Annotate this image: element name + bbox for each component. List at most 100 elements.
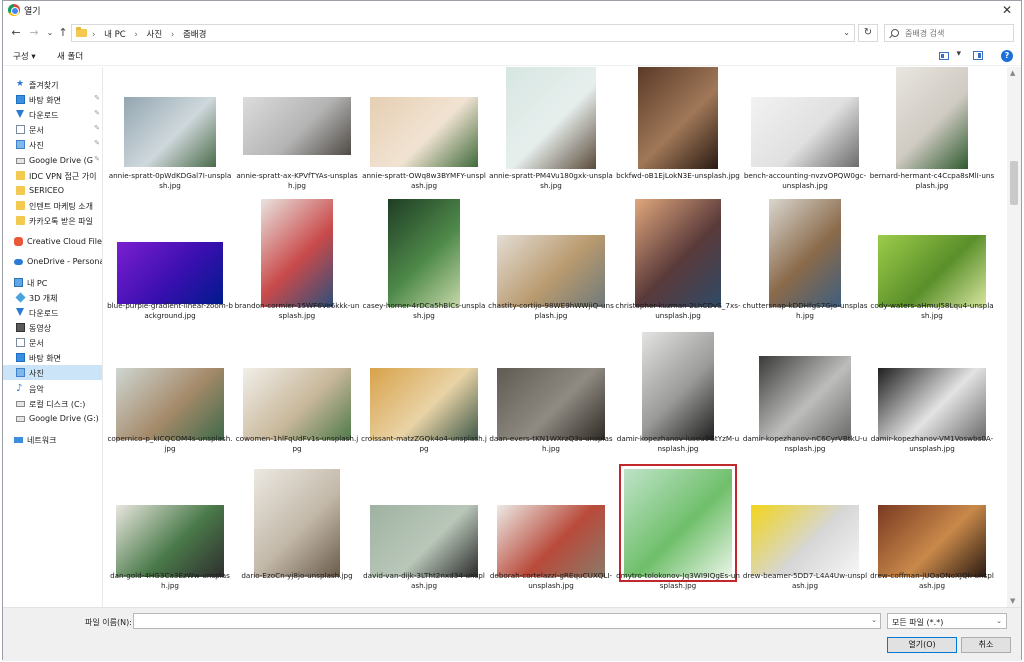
view-options-icon[interactable] (939, 52, 949, 60)
file-item[interactable]: david-van-dijk-3LTht2nxd34-unsplash.jpg (361, 467, 487, 601)
file-item[interactable]: annie-spratt-PM4Vu180gxk-unsplash.jpg (488, 67, 614, 201)
filename-combobox[interactable]: ⌄ (133, 613, 881, 629)
file-item[interactable]: blue-purple-gradient-linear-zoom-backgro… (107, 197, 233, 331)
file-item[interactable]: drew-coffman-jUOaONoXJQk-unsplash.jpg (869, 467, 995, 601)
chevron-down-icon[interactable]: ⌄ (843, 28, 850, 37)
scroll-up-button[interactable]: ▲ (1010, 69, 1015, 77)
open-button[interactable]: 열기(O) (887, 637, 957, 653)
sidebar-item[interactable]: 로컬 디스크 (C:) (3, 396, 102, 411)
file-thumbnail (497, 368, 605, 440)
sidebar-item[interactable]: Google Drive (G ✎ (3, 153, 102, 168)
refresh-button[interactable]: ↻ (858, 24, 878, 42)
sidebar-item-label: 네트워크 (27, 436, 57, 445)
crumb-pictures[interactable]: 사진 (147, 30, 163, 40)
sidebar-item[interactable]: 문서 (3, 335, 102, 350)
search-input[interactable] (905, 26, 1010, 40)
filename-input[interactable] (134, 614, 880, 628)
file-item[interactable]: daan-evers-tKN1WXrzQ3s-unsplash.jpg (488, 330, 614, 464)
new-folder-button[interactable]: 새 폴더 (57, 50, 83, 62)
file-item[interactable]: damir-kopezhanov-luseu9GtYzM-unsplash.jp… (615, 330, 741, 464)
sidebar-item[interactable]: 인텐트 마케팅 소개 (3, 198, 102, 213)
file-name: croissant-matzZGQk4o4-unsplash.jpg (361, 434, 487, 453)
crumb-separator: › (134, 30, 138, 40)
file-item[interactable]: christopher-kuzman-2LhCDvS_7xs-unsplash.… (615, 197, 741, 331)
file-item[interactable]: croissant-matzZGQk4o4-unsplash.jpg (361, 330, 487, 464)
preview-pane-icon[interactable] (973, 51, 983, 60)
crumb-my-pc[interactable]: 내 PC (104, 30, 126, 40)
sidebar-item[interactable]: 카카오톡 받은 파일 (3, 213, 102, 228)
file-item[interactable]: chuttersnap-kDDHfgS7Gjo-unsplash.jpg (742, 197, 868, 331)
file-name: dan-gold-4HG3Ca3EzWw-unsplash.jpg (110, 571, 230, 590)
sidebar-item-label: 바탕 화면 (29, 96, 61, 105)
sidebar-item-label: IDC VPN 접근 가이 (29, 172, 97, 181)
sidebar-item[interactable]: 다운로드 (3, 305, 102, 320)
file-item[interactable]: casey-horner-4rDCa5hBlCs-unsplash.jpg (361, 197, 487, 331)
sidebar-item[interactable]: 바탕 화면 ✎ (3, 92, 102, 107)
file-item[interactable]: deborah-cortelazzi-gREquCUXQLI-unsplash.… (488, 467, 614, 601)
view-options-dropdown[interactable]: ▾ (956, 49, 961, 59)
organize-button[interactable]: 구성 ▾ (13, 50, 36, 62)
file-type-select[interactable]: 모든 파일 (*.*) ⌄ (887, 613, 1007, 629)
sidebar-item[interactable]: Creative Cloud Files (3, 234, 102, 249)
file-item[interactable]: brandon-cormier-15WF6Ve6kkk-unsplash.jpg (234, 197, 360, 331)
sidebar-item[interactable]: 다운로드 ✎ (3, 107, 102, 122)
file-thumbnail (878, 368, 986, 440)
file-thumbnail (759, 356, 851, 440)
close-button[interactable]: ✕ (999, 2, 1015, 18)
file-item[interactable]: annie-spratt-ax-KPVfTYAs-unsplash.jpg (234, 67, 360, 201)
sidebar-item[interactable]: 동영상 (3, 320, 102, 335)
sidebar-item-label: 사진 (29, 141, 44, 150)
sidebar-item[interactable]: 사진 (3, 365, 102, 380)
file-name: bench-accounting-nvzvOPQW0gc-unsplash.jp… (743, 171, 867, 190)
sidebar-item[interactable]: Google Drive (G:) (3, 411, 102, 426)
forward-button[interactable]: → (27, 26, 41, 40)
file-item[interactable]: chastity-cortijo-98WE9hWWjiQ-unsplash.jp… (488, 197, 614, 331)
file-item[interactable]: bckfwd-oB1EjLokN3E-unsplash.jpg (615, 67, 741, 201)
search-box[interactable] (884, 24, 1014, 42)
file-item[interactable]: bernard-hermant-c4Ccpa8sMlI-unsplash.jpg (869, 67, 995, 201)
file-item[interactable]: bench-accounting-nvzvOPQW0gc-unsplash.jp… (742, 67, 868, 201)
recent-locations-dropdown[interactable]: ⌄ (43, 26, 57, 40)
crumb-zoom-backgrounds[interactable]: 줌배경 (183, 30, 206, 40)
sidebar-item[interactable]: ♪ 음악 (3, 381, 102, 396)
sidebar-item[interactable]: 사진 ✎ (3, 137, 102, 152)
title-bar: 열기 ✕ (3, 1, 1021, 19)
pictures-icon (16, 368, 25, 377)
cancel-button[interactable]: 취소 (961, 637, 1011, 653)
help-icon[interactable]: ? (1001, 50, 1013, 62)
sidebar-item[interactable]: 네트워크 (3, 432, 102, 447)
sidebar-item[interactable]: 내 PC (3, 275, 102, 290)
file-item[interactable]: damir-kopezhanov-nC6CyrVBtkU-unsplash.jp… (742, 330, 868, 464)
sidebar-item-label: 문서 (29, 339, 44, 348)
file-name: copernico-p_kICQCOM4s-unsplash.jpg (107, 434, 233, 453)
file-item[interactable]: annie-spratt-OWq8w3BYMFY-unsplash.jpg (361, 67, 487, 201)
sidebar-item[interactable]: 문서 ✎ (3, 122, 102, 137)
file-item[interactable]: cody-waters-aHmuJ58Lqu4-unsplash.jpg (869, 197, 995, 331)
file-item[interactable]: damir-kopezhanov-VM1Voswbs0A-unsplash.jp… (869, 330, 995, 464)
sidebar-item[interactable]: SERICEO (3, 183, 102, 198)
file-item[interactable]: copernico-p_kICQCOM4s-unsplash.jpg (107, 330, 233, 464)
file-name: casey-horner-4rDCa5hBlCs-unsplash.jpg (362, 301, 486, 320)
file-item[interactable]: dan-gold-4HG3Ca3EzWw-unsplash.jpg (107, 467, 233, 601)
document-icon (16, 338, 25, 347)
sidebar-item[interactable]: ★ 즐겨찾기 (3, 77, 102, 92)
up-button[interactable]: ↑ (56, 26, 70, 40)
address-bar[interactable]: › 내 PC › 사진 › 줌배경 ⌄ (71, 24, 855, 42)
sidebar-item[interactable]: 3D 개체 (3, 290, 102, 305)
file-name: annie-spratt-ax-KPVfTYAs-unsplash.jpg (236, 171, 358, 190)
vertical-scrollbar[interactable]: ▲ ▼ (1007, 67, 1021, 607)
sidebar-item-label: SERICEO (29, 186, 64, 195)
folder-icon (16, 201, 25, 210)
sidebar-item[interactable]: OneDrive - Personal (3, 254, 102, 269)
scroll-down-button[interactable]: ▼ (1010, 597, 1015, 605)
sidebar-item[interactable]: 바탕 화면 (3, 350, 102, 365)
file-item[interactable]: dario-EzoCn-yj8jo-unsplash.jpg (234, 467, 360, 601)
back-button[interactable]: ← (9, 26, 23, 40)
file-item[interactable]: drew-beamer-5DD7-L4A4Uw-unsplash.jpg (742, 467, 868, 601)
pictures-icon (16, 140, 25, 149)
file-item[interactable]: annie-spratt-0pWdKDGal7I-unsplash.jpg (107, 67, 233, 201)
file-item[interactable]: cowomen-1hlFqUdFv1s-unsplash.jpg (234, 330, 360, 464)
file-item[interactable]: dmytro-tolokonov-Jq3WI9IQgEs-unsplash.jp… (615, 464, 741, 601)
scrollbar-thumb[interactable] (1010, 161, 1018, 205)
sidebar-item[interactable]: IDC VPN 접근 가이 (3, 168, 102, 183)
